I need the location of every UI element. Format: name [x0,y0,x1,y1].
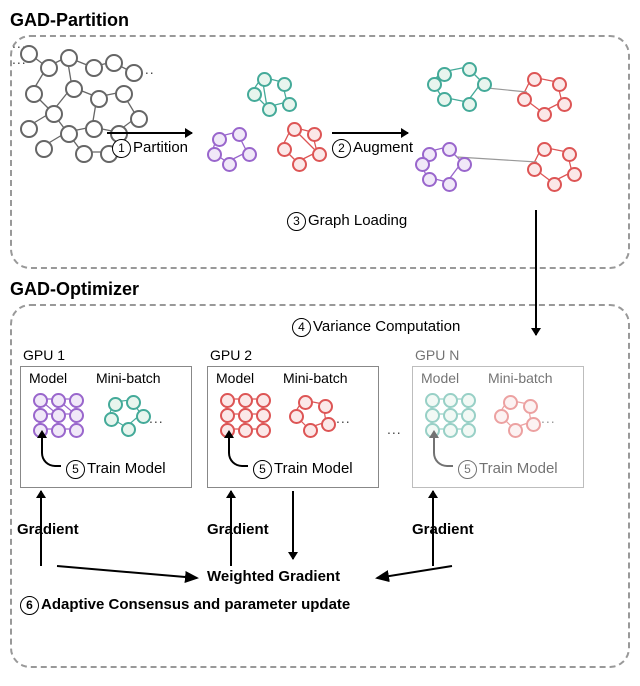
partition-title: GAD-Partition [10,10,630,31]
step6-num: 6 [20,596,39,615]
step2-label: 2Augment [332,139,413,158]
arrow-partition [107,132,192,134]
step3-text: Graph Loading [308,212,407,229]
augmented-graphs [412,57,602,207]
partitioned-graphs [202,67,352,187]
step1-label: 1Partition [112,139,188,158]
partition-box: ... ... ... 1Partition [10,35,630,269]
step6-text: Adaptive Consensus and parameter update [41,596,350,613]
step1-num: 1 [112,139,131,158]
step1-text: Partition [133,139,188,156]
step2-num: 2 [332,139,351,158]
arrow-augment [332,132,408,134]
step3-num: 3 [287,212,306,231]
step6-label: 6Adaptive Consensus and parameter update [20,596,350,615]
weighted-gradient-label: Weighted Gradient [207,568,340,585]
optimizer-box: 4Variance Computation GPU 1 Model Mini-b… [10,304,630,668]
step3-label: 3Graph Loading [287,212,407,231]
optimizer-title: GAD-Optimizer [10,279,630,300]
converge-arrows [12,306,602,636]
step2-text: Augment [353,139,413,156]
